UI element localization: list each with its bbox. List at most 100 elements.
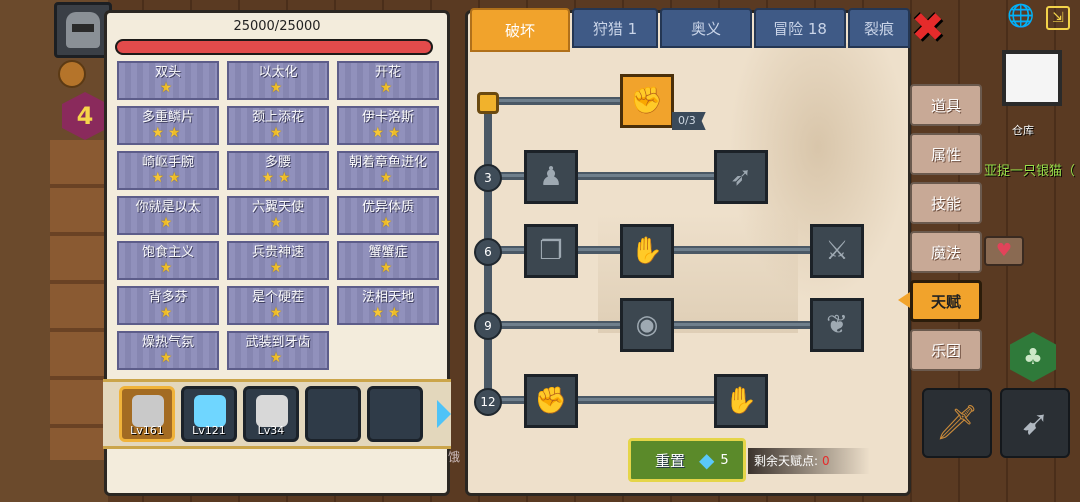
gem-icon[interactable] (58, 60, 86, 88)
skill-ripple[interactable]: ◉ (620, 298, 674, 352)
remaining-label: 剩余天赋点: (754, 454, 819, 468)
body-icon: ♟ (539, 162, 563, 192)
warehouse-label[interactable]: 仓库 (1012, 122, 1034, 138)
side-menu-item[interactable]: 乐团 (910, 329, 982, 371)
skill-progress: 0/3 (672, 112, 706, 130)
talent-name: 朝着章鱼进化 (348, 155, 427, 170)
talent-stars: ★★ (371, 125, 405, 141)
talent-card[interactable]: 朝着章鱼进化 ★ (337, 151, 439, 190)
talent-name: 背多芬 (148, 290, 188, 305)
skill-arrow[interactable]: ➶ (714, 150, 768, 204)
talent-card[interactable]: 颈上添花 ★ (227, 106, 329, 145)
talent-stars: ★ (269, 260, 287, 276)
talent-stars: ★ (159, 80, 177, 96)
talent-stars: ★ (379, 80, 397, 96)
tab-1[interactable]: 狩猎 1 (572, 8, 658, 48)
remaining-value: 0 (822, 454, 830, 468)
talent-card[interactable]: 你就是以太 ★ (117, 196, 219, 235)
talent-stars: ★★ (151, 170, 185, 186)
hero-slot[interactable]: Lv161 (119, 386, 175, 442)
talent-card[interactable]: 伊卡洛斯 ★★ (337, 106, 439, 145)
tab-0[interactable]: 破坏 (470, 8, 570, 52)
tab-3[interactable]: 冒险 18 (754, 8, 846, 48)
side-menu-item[interactable]: 技能 (910, 182, 982, 224)
arm-wrestle-icon: ✊ (630, 86, 664, 116)
talent-stars: ★ (159, 260, 177, 276)
talent-name: 开花 (374, 65, 401, 80)
skill-bat[interactable]: ❦ (810, 298, 864, 352)
talent-stars: ★★ (261, 170, 295, 186)
close-icon[interactable]: ✖ (910, 8, 946, 48)
cards-icon: ❐ (539, 236, 563, 266)
talent-stars: ★ (379, 170, 397, 186)
talent-card[interactable]: 开花 ★ (337, 61, 439, 100)
talent-name: 颈上添花 (251, 110, 304, 125)
talent-card[interactable]: 背多芬 ★ (117, 286, 219, 325)
reset-label: 重置 (655, 451, 686, 470)
exit-icon[interactable]: ⇲ (1046, 6, 1070, 30)
bow-slot[interactable]: ➹ (1000, 388, 1070, 458)
side-menu-item[interactable]: 天赋 (910, 280, 982, 322)
hero-slot[interactable] (305, 386, 361, 442)
heart-icon[interactable]: ♥ (984, 236, 1024, 266)
skill-muscle-body[interactable]: ♟ (524, 150, 578, 204)
talent-card[interactable]: 双头 ★ (117, 61, 219, 100)
talent-stars: ★ (379, 215, 397, 231)
skill-cards[interactable]: ❐ (524, 224, 578, 278)
talent-name: 你就是以太 (135, 200, 201, 215)
tree-root-node (477, 92, 499, 114)
hero-slot[interactable] (367, 386, 423, 442)
remaining-points: 剩余天赋点: 0 (748, 448, 870, 474)
hero-slot[interactable]: Lv34 (243, 386, 299, 442)
tab-4[interactable]: 裂痕 (848, 8, 910, 48)
skill-fist[interactable]: ✊ (524, 374, 578, 428)
talent-stars: ★ (269, 305, 287, 321)
talent-name: 优异体质 (361, 200, 414, 215)
talent-stars: ★ (269, 215, 287, 231)
talent-stars: ★★ (151, 125, 185, 141)
talent-name: 以太化 (258, 65, 298, 80)
talent-card[interactable]: 优异体质 ★ (337, 196, 439, 235)
sword-slot[interactable]: 🗡 (922, 388, 992, 458)
skill-punch[interactable]: ✋ (620, 224, 674, 278)
talent-card[interactable]: 饱食主义 ★ (117, 241, 219, 280)
hp-fill (117, 41, 431, 53)
hero-level: Lv34 (257, 424, 285, 437)
tier-badge-6: 6 (474, 238, 502, 266)
reset-button[interactable]: 重置 ◆ 5 (628, 438, 746, 482)
talent-card[interactable]: 蟹蟹症 ★ (337, 241, 439, 280)
talent-name: 多腰 (264, 155, 291, 170)
talent-card[interactable]: 多重鳞片 ★★ (117, 106, 219, 145)
arrow-icon: ➶ (730, 162, 752, 192)
talent-name: 双头 (154, 65, 181, 80)
talent-card[interactable]: 崎岖手腕 ★★ (117, 151, 219, 190)
talent-tabs: 破坏 狩猎 1 奥义 冒险 18 裂痕 (470, 8, 910, 52)
skill-slash[interactable]: ⚔ (810, 224, 864, 278)
tier-badge-9: 9 (474, 312, 502, 340)
hero-selector: Lv161 Lv121 Lv34 (103, 379, 451, 449)
globe-icon[interactable]: 🌐 (1006, 4, 1036, 30)
talent-card[interactable]: 燥热气氛 ★ (117, 331, 219, 370)
talent-list-panel: 25000/25000 双头 ★ 以太化 ★ 开花 ★ 多重鳞片 ★★ 颈上添花 ★ 伊卡洛斯 ★★ 崎… (103, 10, 451, 496)
side-menu-item[interactable]: 属性 (910, 133, 982, 175)
helmet-icon (66, 12, 100, 48)
minimap[interactable] (990, 40, 1080, 120)
hero-slot[interactable]: Lv121 (181, 386, 237, 442)
talent-card[interactable]: 法相天地 ★★ (337, 286, 439, 325)
talent-name: 法相天地 (361, 290, 414, 305)
hero-level: Lv121 (192, 424, 226, 437)
talent-card[interactable]: 武装到牙齿 ★ (227, 331, 329, 370)
talent-card[interactable]: 兵贵神速 ★ (227, 241, 329, 280)
minimap-room (1002, 50, 1062, 106)
skill-gauntlet[interactable]: ✋ (714, 374, 768, 428)
skill-arm-wrestle[interactable]: ✊ (620, 74, 674, 128)
talent-name: 蟹蟹症 (368, 245, 408, 260)
talent-card[interactable]: 六翼天使 ★ (227, 196, 329, 235)
side-menu-item[interactable]: 魔法 (910, 231, 982, 273)
talent-card[interactable]: 以太化 ★ (227, 61, 329, 100)
side-menu-item[interactable]: 道具 (910, 84, 982, 126)
next-arrow-icon[interactable] (437, 400, 451, 428)
talent-card[interactable]: 多腰 ★★ (227, 151, 329, 190)
talent-card[interactable]: 是个硬茬 ★ (227, 286, 329, 325)
tab-2[interactable]: 奥义 (660, 8, 752, 48)
